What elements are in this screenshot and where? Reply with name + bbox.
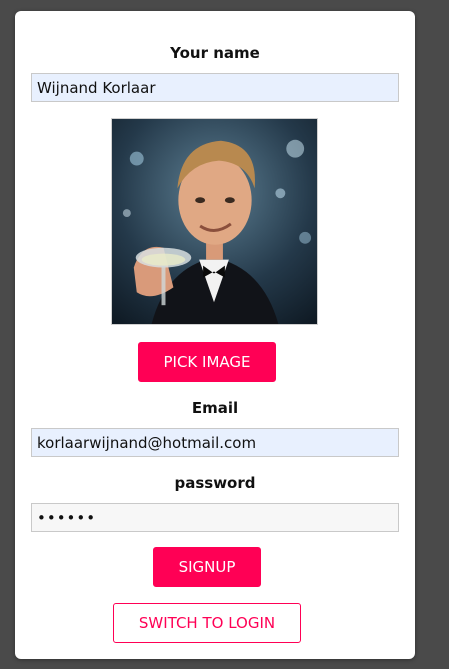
email-input[interactable] (31, 428, 399, 457)
switch-to-login-button[interactable]: SWITCH TO LOGIN (113, 603, 301, 643)
name-input[interactable] (31, 73, 399, 102)
signup-button[interactable]: SIGNUP (153, 547, 261, 587)
name-label: Your name (170, 44, 260, 62)
pick-image-button[interactable]: PICK IMAGE (138, 342, 276, 382)
signup-card: Your name Wijnand Korlaar PICK IMAGE Ema… (15, 11, 415, 659)
profile-photo (112, 119, 317, 324)
password-label: password (174, 474, 256, 492)
profile-image-preview (111, 118, 318, 325)
password-input[interactable] (31, 503, 399, 532)
email-label: Email (191, 399, 239, 417)
